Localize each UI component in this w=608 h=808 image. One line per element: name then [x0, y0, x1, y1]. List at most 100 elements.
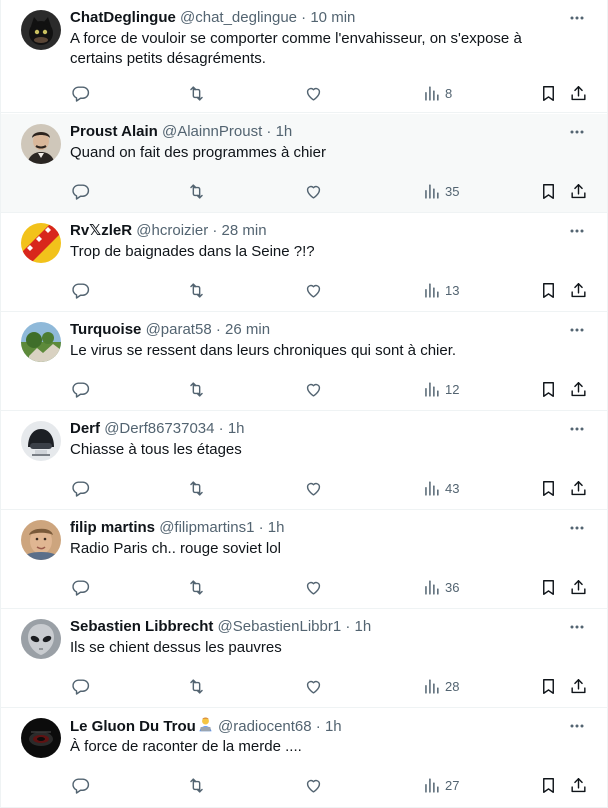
more-icon[interactable] — [569, 223, 585, 239]
avatar[interactable] — [21, 421, 61, 461]
bookmark-icon — [539, 281, 558, 300]
views-button[interactable]: 8 — [422, 82, 452, 104]
author-name[interactable]: Derf — [70, 420, 100, 437]
views-button[interactable]: 28 — [422, 675, 459, 697]
avatar[interactable] — [21, 322, 61, 362]
tweet[interactable]: ChatDeglingue @chat_deglingue · 10 min A … — [1, 0, 607, 113]
bookmark-button[interactable] — [539, 82, 558, 104]
views-icon — [422, 677, 441, 696]
author-handle[interactable]: @filipmartins1 — [159, 519, 254, 536]
share-button[interactable] — [569, 576, 588, 598]
author-handle[interactable]: @SebastienLibbr1 — [218, 618, 342, 635]
author-handle[interactable]: @parat58 — [146, 321, 212, 338]
tweet[interactable]: filip martins @filipmartins1 · 1h Radio P… — [1, 510, 607, 609]
author-name[interactable]: filip martins — [70, 519, 155, 536]
timestamp[interactable]: 1h — [355, 618, 372, 635]
avatar[interactable] — [21, 10, 61, 50]
timestamp[interactable]: 1h — [268, 519, 285, 536]
like-button[interactable] — [304, 675, 323, 697]
reply-button[interactable] — [71, 774, 90, 796]
retweet-button[interactable] — [187, 774, 206, 796]
like-button[interactable] — [304, 82, 323, 104]
more-icon[interactable] — [569, 124, 585, 140]
author-handle[interactable]: @chat_deglingue — [180, 9, 297, 26]
more-icon[interactable] — [569, 718, 585, 734]
views-button[interactable]: 43 — [422, 477, 459, 499]
reply-button[interactable] — [71, 378, 90, 400]
tweet-header: Le Gluon Du Trou @radiocent68 · 1h — [70, 716, 547, 736]
retweet-button[interactable] — [187, 675, 206, 697]
author-handle[interactable]: @Derf86737034 — [104, 420, 214, 437]
avatar[interactable] — [21, 223, 61, 263]
retweet-button[interactable] — [187, 378, 206, 400]
like-button[interactable] — [304, 774, 323, 796]
reply-button[interactable] — [71, 675, 90, 697]
like-button[interactable] — [304, 477, 323, 499]
retweet-button[interactable] — [187, 82, 206, 104]
more-icon[interactable] — [569, 10, 585, 26]
views-button[interactable]: 35 — [422, 180, 459, 202]
like-button[interactable] — [304, 378, 323, 400]
tweet[interactable]: Turquoise @parat58 · 26 min Le virus se r… — [1, 312, 607, 411]
more-icon[interactable] — [569, 421, 585, 437]
author-name[interactable]: Sebastien Libbrecht — [70, 618, 213, 635]
share-button[interactable] — [569, 675, 588, 697]
author-handle[interactable]: @radiocent68 — [218, 718, 312, 735]
tweet[interactable]: Le Gluon Du Trou @radiocent68 · 1h À forc… — [1, 708, 607, 808]
reply-button[interactable] — [71, 180, 90, 202]
views-button[interactable]: 12 — [422, 378, 459, 400]
tweet[interactable]: Sebastien Libbrecht @SebastienLibbr1 · 1… — [1, 609, 607, 708]
avatar[interactable] — [21, 520, 61, 560]
views-button[interactable]: 27 — [422, 774, 459, 796]
bookmark-button[interactable] — [539, 378, 558, 400]
views-button[interactable]: 13 — [422, 279, 459, 301]
share-button[interactable] — [569, 774, 588, 796]
like-button[interactable] — [304, 576, 323, 598]
more-icon[interactable] — [569, 520, 585, 536]
retweet-button[interactable] — [187, 279, 206, 301]
bookmark-button[interactable] — [539, 576, 558, 598]
retweet-button[interactable] — [187, 180, 206, 202]
author-name[interactable]: ChatDeglingue — [70, 9, 176, 26]
retweet-button[interactable] — [187, 477, 206, 499]
timestamp[interactable]: 10 min — [310, 9, 355, 26]
author-handle[interactable]: @AlainnProust — [162, 123, 262, 140]
share-button[interactable] — [569, 477, 588, 499]
reply-button[interactable] — [71, 82, 90, 104]
author-name[interactable]: Proust Alain — [70, 123, 158, 140]
share-button[interactable] — [569, 180, 588, 202]
more-icon[interactable] — [569, 322, 585, 338]
timestamp[interactable]: 28 min — [222, 222, 267, 239]
avatar[interactable] — [21, 124, 61, 164]
bookmark-button[interactable] — [539, 477, 558, 499]
more-icon[interactable] — [569, 619, 585, 635]
views-button[interactable]: 36 — [422, 576, 459, 598]
share-button[interactable] — [569, 279, 588, 301]
author-name[interactable]: Rv𝕏zleR — [70, 222, 132, 239]
timestamp[interactable]: 1h — [276, 123, 293, 140]
share-button[interactable] — [569, 378, 588, 400]
timestamp[interactable]: 1h — [228, 420, 245, 437]
tweet[interactable]: Derf @Derf86737034 · 1h Chiasse à tous le… — [1, 411, 607, 510]
reply-button[interactable] — [71, 576, 90, 598]
reply-button[interactable] — [71, 477, 90, 499]
like-button[interactable] — [304, 279, 323, 301]
author-handle[interactable]: @hcroizier — [136, 222, 208, 239]
reply-button[interactable] — [71, 279, 90, 301]
author-name[interactable]: Le Gluon Du Trou — [70, 718, 196, 735]
bookmark-button[interactable] — [539, 675, 558, 697]
tweet[interactable]: Rv𝕏zleR @hcroizier · 28 min Trop de baign… — [1, 213, 607, 312]
bookmark-button[interactable] — [539, 180, 558, 202]
author-name[interactable]: Turquoise — [70, 321, 141, 338]
avatar[interactable] — [21, 718, 61, 758]
avatar[interactable] — [21, 619, 61, 659]
like-button[interactable] — [304, 180, 323, 202]
retweet-button[interactable] — [187, 576, 206, 598]
bookmark-button[interactable] — [539, 279, 558, 301]
share-button[interactable] — [569, 82, 588, 104]
timestamp[interactable]: 26 min — [225, 321, 270, 338]
bookmark-button[interactable] — [539, 774, 558, 796]
tweet[interactable]: Proust Alain @AlainnProust · 1h Quand on … — [1, 114, 607, 213]
bookmark-icon — [539, 677, 558, 696]
timestamp[interactable]: 1h — [325, 718, 342, 735]
